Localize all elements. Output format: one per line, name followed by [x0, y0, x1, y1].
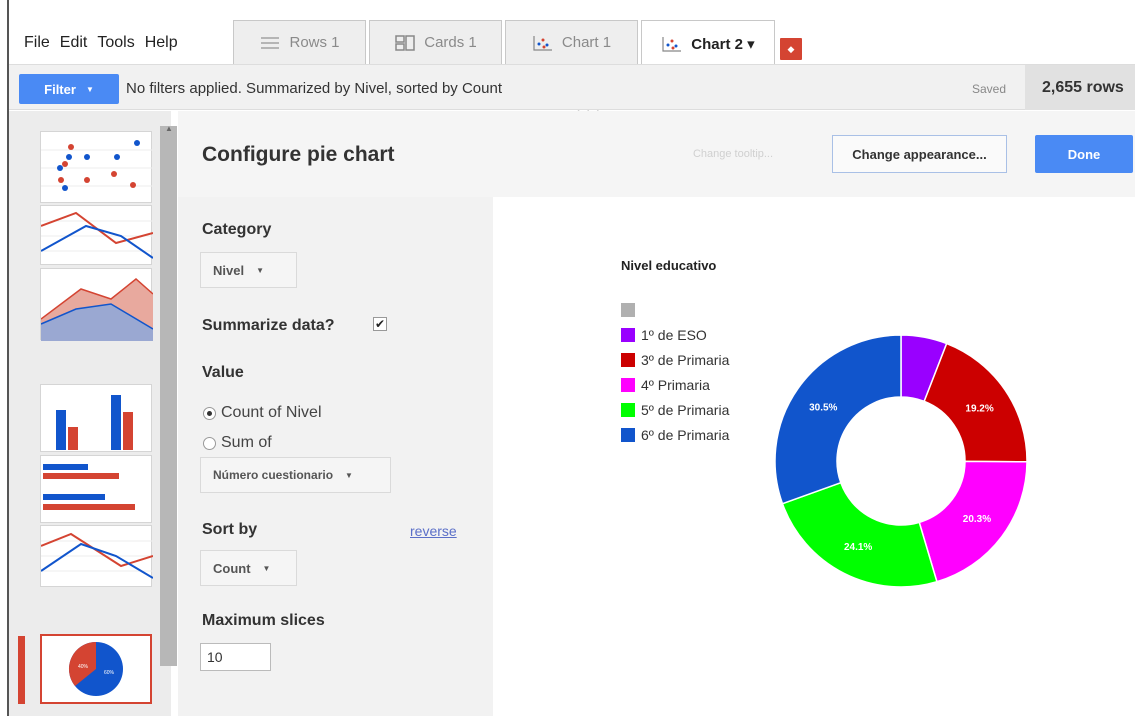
- svg-text:40%: 40%: [78, 664, 89, 670]
- donut-chart: 19.2% 20.3% 24.1% 30.5%: [775, 335, 1027, 587]
- add-tab-button[interactable]: ◆: [780, 38, 802, 60]
- plus-icon: ◆: [787, 43, 795, 54]
- slice-data-label: 24.1%: [844, 542, 872, 553]
- sum-field-dropdown[interactable]: Número cuestionario ▼: [200, 457, 391, 493]
- sort-dropdown[interactable]: Count ▼: [200, 550, 297, 586]
- scatter-chart-thumbnail[interactable]: [40, 131, 153, 203]
- tab-label: Chart 1: [561, 34, 612, 51]
- legend-label: 3º de Primaria: [641, 351, 730, 368]
- pie-slice[interactable]: [781, 481, 938, 587]
- menu-bar: File Edit Tools Help: [24, 34, 178, 52]
- view-tabs: Rows 1 Cards 1 Chart 1 Chart 2 ▾ ◆: [233, 20, 802, 66]
- legend-label: 6º de Primaria: [641, 426, 730, 443]
- filter-button-label: Filter: [44, 81, 76, 97]
- legend-label: 1º de ESO: [641, 326, 707, 343]
- category-dropdown[interactable]: Nivel ▼: [200, 252, 297, 288]
- legend-item: 4º Primaria: [621, 372, 729, 397]
- radio-unselected[interactable]: [203, 436, 216, 450]
- chart-icon: [532, 34, 554, 52]
- value-option-sum[interactable]: Sum of: [203, 434, 272, 452]
- legend-swatch: [621, 327, 635, 342]
- tab-label: Rows 1: [289, 34, 340, 51]
- filter-bar: Filter ▼ No filters applied. Summarized …: [9, 64, 1135, 117]
- tab-chart-2[interactable]: Chart 2 ▾: [641, 20, 775, 66]
- chevron-down-icon: ▼: [345, 470, 353, 480]
- stepped-line-chart-thumbnail[interactable]: [40, 525, 154, 587]
- category-value: Nivel: [213, 262, 245, 278]
- legend-swatch: [621, 427, 635, 442]
- legend-item: [621, 297, 729, 322]
- filter-button[interactable]: Filter ▼: [19, 74, 119, 104]
- chevron-down-icon: ▼: [85, 84, 94, 94]
- chevron-down-icon: ▼: [262, 563, 271, 573]
- change-appearance-button[interactable]: Change appearance...: [832, 135, 1007, 173]
- legend-item: 1º de ESO: [621, 322, 729, 347]
- tab-cards-1[interactable]: Cards 1: [369, 20, 502, 64]
- change-tooltip-button[interactable]: Change tooltip...: [662, 135, 804, 173]
- area-chart-thumbnail[interactable]: [40, 268, 154, 341]
- page-title: Configure pie chart: [202, 143, 395, 166]
- max-slices-input[interactable]: 10: [200, 643, 271, 671]
- slice-data-label: 19.2%: [965, 404, 993, 415]
- saved-status: Saved: [972, 82, 1007, 96]
- row-count: 2,655 rows: [1025, 65, 1135, 110]
- sort-value: Count: [213, 560, 251, 576]
- chart-icon: [661, 35, 683, 53]
- max-slices-label: Maximum slices: [202, 612, 325, 629]
- slice-data-label: 30.5%: [809, 402, 837, 413]
- line-chart-thumbnail[interactable]: [40, 205, 154, 265]
- radio-selected[interactable]: [203, 406, 216, 420]
- value-option-sum-label: Sum of: [221, 434, 272, 451]
- pie-chart-thumbnail[interactable]: 40% 60%: [40, 634, 152, 704]
- bar-chart-thumbnail[interactable]: [40, 455, 152, 523]
- legend-swatch: [621, 352, 635, 367]
- menu-edit[interactable]: Edit: [60, 34, 88, 52]
- selected-indicator: [18, 636, 25, 704]
- legend-swatch: [621, 377, 635, 392]
- value-option-count[interactable]: Count of Nivel: [203, 404, 322, 422]
- scroll-up-icon[interactable]: ▲: [165, 124, 173, 133]
- column-chart-thumbnail[interactable]: [40, 384, 152, 452]
- summarize-checkbox[interactable]: ✔: [373, 317, 387, 331]
- chart-legend: 1º de ESO 3º de Primaria 4º Primaria 5º de …: [621, 297, 729, 447]
- tab-label: Chart 2 ▾: [691, 35, 755, 53]
- menu-help[interactable]: Help: [145, 34, 178, 52]
- tab-rows-1[interactable]: Rows 1: [233, 20, 366, 64]
- slice-data-label: 20.3%: [963, 514, 991, 525]
- legend-item: 3º de Primaria: [621, 347, 729, 372]
- sum-field-value: Número cuestionario: [213, 468, 334, 482]
- legend-item: 5º de Primaria: [621, 397, 729, 422]
- menu-file[interactable]: File: [24, 34, 50, 52]
- chevron-down-icon: ▼: [256, 265, 264, 275]
- value-option-count-label: Count of Nivel: [221, 404, 322, 421]
- strip-scrollbar[interactable]: [160, 126, 177, 666]
- done-button[interactable]: Done: [1035, 135, 1133, 173]
- menu-tools[interactable]: Tools: [97, 34, 134, 52]
- sort-label: Sort by: [202, 521, 258, 538]
- legend-item: 6º de Primaria: [621, 422, 729, 447]
- svg-text:60%: 60%: [104, 670, 115, 676]
- legend-swatch: [621, 302, 635, 317]
- rows-icon: [259, 34, 281, 52]
- tab-label: Cards 1: [424, 34, 477, 51]
- summarize-label: Summarize data?: [202, 317, 335, 334]
- chart-title: Nivel educativo: [621, 258, 717, 273]
- filter-summary: No filters applied. Summarized by Nivel,…: [126, 80, 502, 97]
- reverse-sort-link[interactable]: reverse: [410, 523, 457, 539]
- legend-label: 5º de Primaria: [641, 401, 730, 418]
- legend-swatch: [621, 402, 635, 417]
- cards-icon: [394, 34, 416, 52]
- pie-slice[interactable]: [775, 335, 902, 505]
- legend-label: 4º Primaria: [641, 376, 710, 393]
- value-label: Value: [202, 364, 244, 381]
- tab-chart-1[interactable]: Chart 1: [505, 20, 638, 64]
- category-label: Category: [202, 221, 272, 238]
